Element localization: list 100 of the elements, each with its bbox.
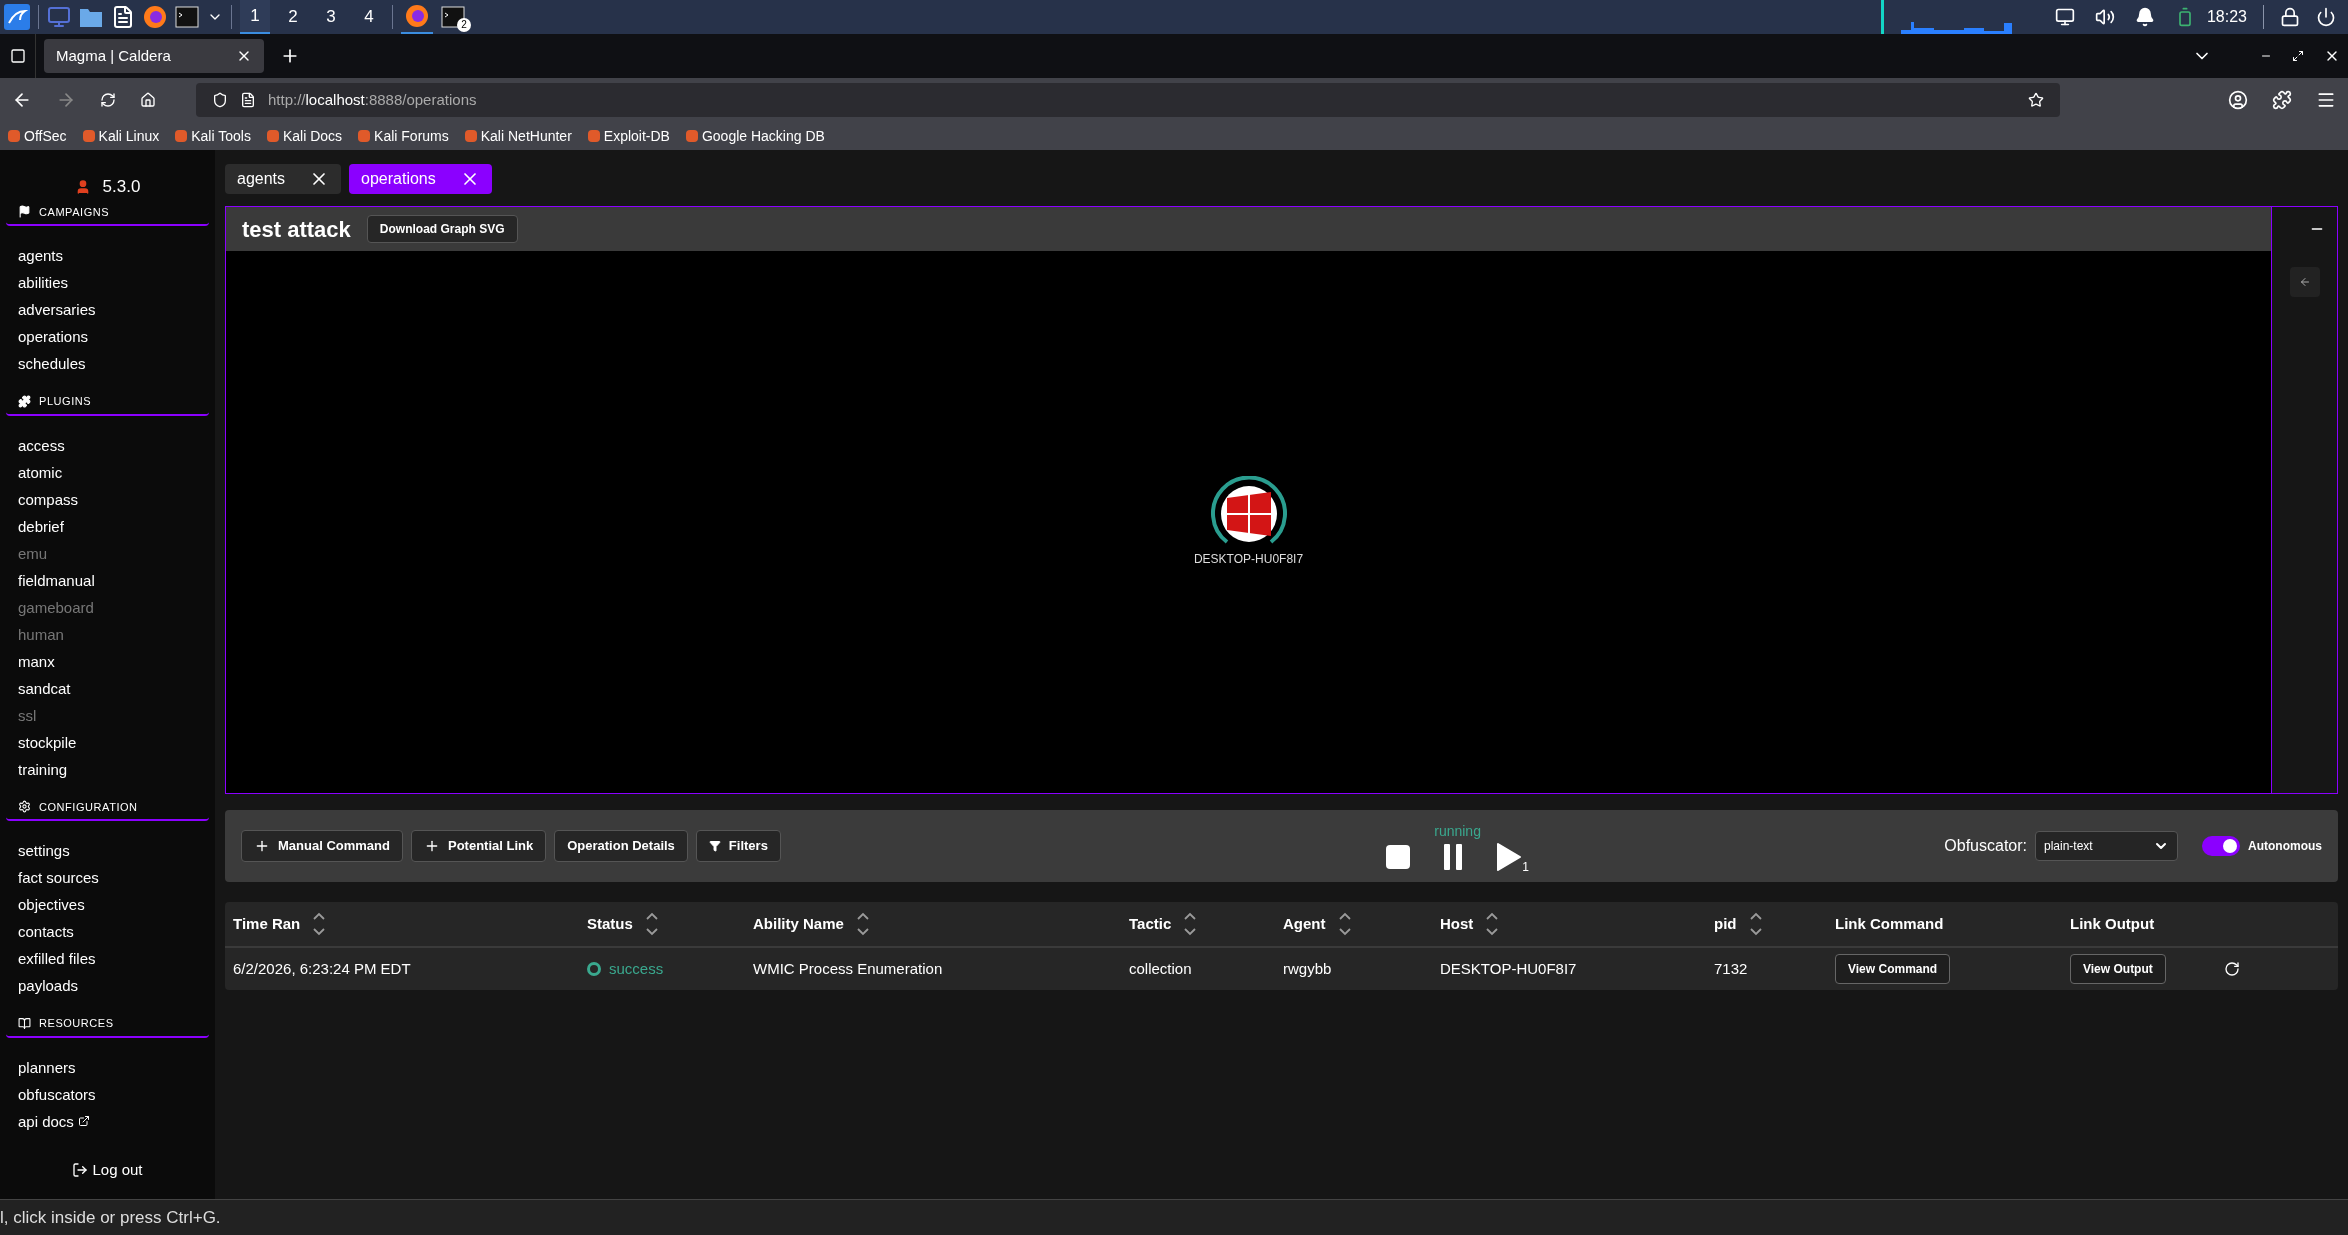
bookmark-link[interactable]: Kali Linux [82,125,160,147]
view-command-button[interactable]: View Command [1835,954,1951,984]
sidebar-link[interactable]: exfilled files [18,949,96,968]
toolbar-button[interactable]: Manual Command [241,830,403,862]
clock-text: 18:23 [2206,7,2247,27]
dragon-icon[interactable] [4,4,30,30]
toolbar-button[interactable]: Operation Details [554,830,688,862]
volume-icon[interactable] [2094,7,2115,27]
workspace-button[interactable]: 1 [240,0,270,34]
workspace-button[interactable]: 2 [278,0,308,34]
sidebar-link[interactable]: operations [18,327,89,346]
firefox-icon[interactable] [143,5,167,29]
sidebar-link[interactable]: access [18,435,65,455]
table-cell-text: WMIC Process Enumeration [753,958,944,979]
view-output-button[interactable]: View Output [2070,954,2166,984]
sidebar-link[interactable]: settings [18,841,70,860]
menu-icon[interactable] [2316,90,2336,110]
sidebar-link[interactable]: fieldmanual [18,570,95,590]
bookmark-link[interactable]: OffSec [8,125,67,147]
sidebar-link[interactable]: manx [18,651,55,671]
bookmark-link[interactable]: Kali Forums [358,125,449,147]
sidebar-link[interactable]: planners [18,1057,76,1077]
node-label: DESKTOP-HU0F8I7 [1193,551,1304,568]
status-message: l, click inside or press Ctrl+G. [0,1206,221,1229]
bookmark-link[interactable]: Kali Docs [266,125,343,147]
maximize-icon[interactable] [2292,50,2304,62]
sidebar-link[interactable]: obfuscators [18,1084,96,1104]
toolbar-button[interactable]: Filters [695,830,781,862]
workspace-button[interactable]: 4 [354,0,384,34]
sidebar-link[interactable]: stockpile [18,732,77,752]
refresh-icon[interactable] [2224,961,2240,977]
page-tab[interactable]: agents [225,164,342,194]
column-header: Ability Name [753,913,844,934]
toolbar-button[interactable]: Potential Link [410,830,547,862]
sidebar-link[interactable]: sandcat [18,678,71,698]
obfuscator-select[interactable]: plain-text [2035,831,2178,861]
home-icon[interactable] [140,92,156,108]
window-count-badge: 2 [457,18,471,32]
settings-icon [18,800,31,814]
column-header: Host [1440,913,1474,934]
stop-button[interactable] [1386,844,1411,869]
sort-icon[interactable] [1485,911,1500,937]
column-header: pid [1714,913,1737,934]
external-link-icon [77,1115,90,1127]
column-header: Status [587,913,633,934]
folder-icon[interactable] [79,6,103,28]
sort-icon[interactable] [644,911,659,937]
sidebar-link[interactable]: training [18,759,68,779]
account-icon[interactable] [2228,90,2248,110]
sidebar-link[interactable]: compass [18,489,79,509]
status-text: success [609,958,664,979]
extensions-icon[interactable] [2272,90,2292,110]
sidebar-link[interactable]: agents [18,246,64,265]
reload-icon[interactable] [100,92,116,108]
lock-icon[interactable] [2280,7,2300,27]
sidebar-link[interactable]: fact sources [18,868,99,887]
bookmark-star-icon[interactable] [2028,92,2044,108]
pause-icon[interactable] [1442,843,1465,870]
sidebar-link[interactable]: api docs [18,1111,74,1131]
obfuscator-label: Obfuscator: [1944,836,2027,856]
sidebar-link[interactable]: contacts [18,922,74,941]
sort-icon[interactable] [1183,911,1198,937]
notification-icon[interactable] [2134,7,2155,27]
page-icon [240,92,256,108]
logout-link[interactable]: Log out [92,1158,143,1181]
section-heading: PLUGINS [39,394,92,409]
sort-icon[interactable] [855,911,870,937]
column-header: Agent [1283,913,1326,934]
autonomous-switch[interactable] [2202,836,2240,856]
bookmark-link[interactable]: Google Hacking DB [685,125,825,147]
play-icon[interactable] [1496,841,1523,872]
terminal-window-icon[interactable] [441,6,465,28]
sidebar-link[interactable]: objectives [18,895,85,914]
section-heading: CAMPAIGNS [39,204,110,220]
bookmark-link[interactable]: Kali Tools [175,125,251,147]
sort-icon[interactable] [1337,911,1352,937]
sidebar-link[interactable]: abilities [18,273,69,292]
sort-icon[interactable] [312,911,327,937]
desktop-icon[interactable] [47,5,71,29]
sort-icon[interactable] [1748,911,1763,937]
document-icon[interactable] [111,5,135,29]
sidebar-link[interactable]: payloads [18,976,79,995]
sidebar-link[interactable]: atomic [18,462,63,482]
bookmark-link[interactable]: Exploit-DB [587,125,670,147]
download-graph-button[interactable]: Download Graph SVG [366,215,518,243]
workspace-button[interactable]: 3 [316,0,346,34]
display-icon[interactable] [2054,7,2075,27]
operation-title: test attack [242,215,351,244]
sidebar-link[interactable]: adversaries [18,300,96,319]
back-button[interactable] [2289,267,2320,297]
sidebar-link[interactable]: schedules [18,354,86,373]
url-bar[interactable]: http://localhost:8888/operations [196,83,2060,117]
bookmark-link[interactable]: Kali NetHunter [464,125,572,147]
tab-list-icon[interactable] [9,48,26,64]
browser-tab[interactable]: Magma | Caldera [44,39,264,73]
logout-icon[interactable] [2316,7,2336,27]
sidebar-link[interactable]: debrief [18,516,64,536]
page-tab[interactable]: operations [349,164,492,194]
url-text: http://localhost:8888/operations [268,89,477,110]
terminal-icon[interactable] [175,6,199,28]
